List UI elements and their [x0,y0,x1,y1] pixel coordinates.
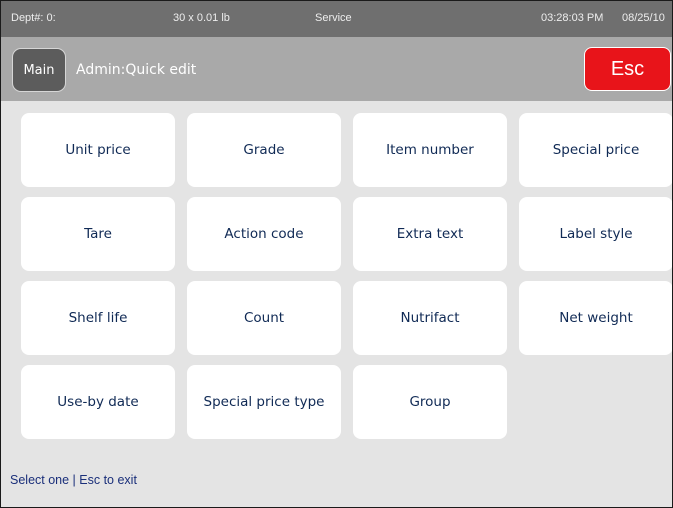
page-title: Admin:Quick edit [76,62,197,78]
footer-hint: Select one | Esc to exit [10,473,137,487]
option-special-price-type[interactable]: Special price type [187,365,341,439]
option-count[interactable]: Count [187,281,341,355]
option-tare[interactable]: Tare [21,197,175,271]
scale-capacity: 30 x 0.01 lb [173,12,230,24]
option-use-by-date[interactable]: Use-by date [21,365,175,439]
option-extra-text[interactable]: Extra text [353,197,507,271]
option-net-weight[interactable]: Net weight [519,281,672,355]
status-bar: Dept#: 0: 30 x 0.01 lb Service 03:28:03 … [1,1,672,37]
department-indicator: Dept#: 0: [11,12,56,24]
option-action-code[interactable]: Action code [187,197,341,271]
esc-button[interactable]: Esc [584,47,671,91]
option-special-price[interactable]: Special price [519,113,672,187]
option-grade[interactable]: Grade [187,113,341,187]
option-group[interactable]: Group [353,365,507,439]
option-nutrifact[interactable]: Nutrifact [353,281,507,355]
quick-edit-options: Unit price Grade Item number Special pri… [1,101,672,451]
option-unit-price[interactable]: Unit price [21,113,175,187]
clock-date: 08/25/10 [622,12,665,24]
main-button[interactable]: Main [12,48,66,92]
option-label-style[interactable]: Label style [519,197,672,271]
scale-screen: Dept#: 0: 30 x 0.01 lb Service 03:28:03 … [0,0,673,508]
option-shelf-life[interactable]: Shelf life [21,281,175,355]
option-item-number[interactable]: Item number [353,113,507,187]
clock-time: 03:28:03 PM [541,12,604,24]
mode-indicator: Service [315,12,352,24]
title-bar: Main Admin:Quick edit Esc [1,37,672,101]
